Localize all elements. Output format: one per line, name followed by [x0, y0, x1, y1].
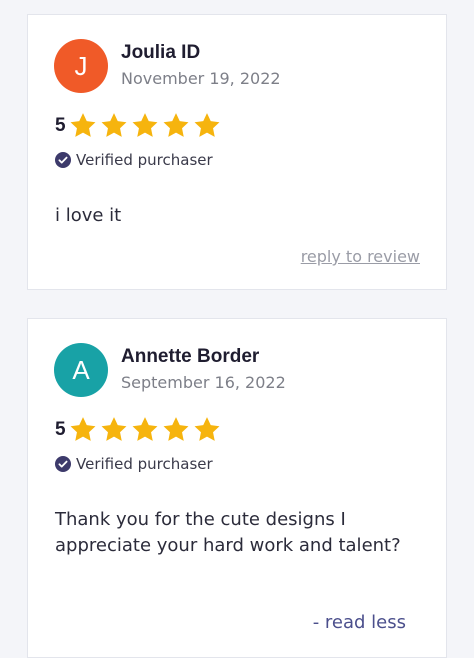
verified-label: Verified purchaser: [76, 455, 213, 473]
verified-badge: Verified purchaser: [55, 151, 213, 169]
star-icon: [163, 113, 189, 137]
reviewer-name: Joulia ID: [121, 42, 201, 63]
rating-value: 5: [55, 114, 66, 136]
rating-value: 5: [55, 418, 66, 440]
reply-to-review-link[interactable]: reply to review: [301, 247, 420, 266]
star-icon: [132, 113, 158, 137]
review-text: Thank you for the cute designs I appreci…: [55, 509, 401, 556]
star-icon: [101, 417, 127, 441]
review-text: i love it: [55, 205, 122, 226]
star-icon: [70, 113, 96, 137]
avatar: A: [54, 343, 108, 397]
star-icon: [101, 113, 127, 137]
star-icon: [194, 113, 220, 137]
reviewer-name: Annette Border: [121, 346, 260, 367]
check-circle-icon: [55, 152, 71, 168]
star-icon: [163, 417, 189, 441]
check-circle-icon: [55, 456, 71, 472]
review-card: A Annette Border September 16, 2022 5 Ve…: [27, 318, 447, 658]
verified-badge: Verified purchaser: [55, 455, 213, 473]
review-card: J Joulia ID November 19, 2022 5 Verified…: [27, 14, 447, 290]
verified-label: Verified purchaser: [76, 151, 213, 169]
review-date: September 16, 2022: [121, 373, 286, 392]
star-rating: 5: [55, 415, 223, 444]
avatar: J: [54, 39, 108, 93]
review-date: November 19, 2022: [121, 69, 281, 88]
star-icon: [70, 417, 96, 441]
star-rating: 5: [55, 111, 223, 140]
star-icon: [194, 417, 220, 441]
star-icon: [132, 417, 158, 441]
read-less-link[interactable]: - read less: [313, 612, 406, 633]
